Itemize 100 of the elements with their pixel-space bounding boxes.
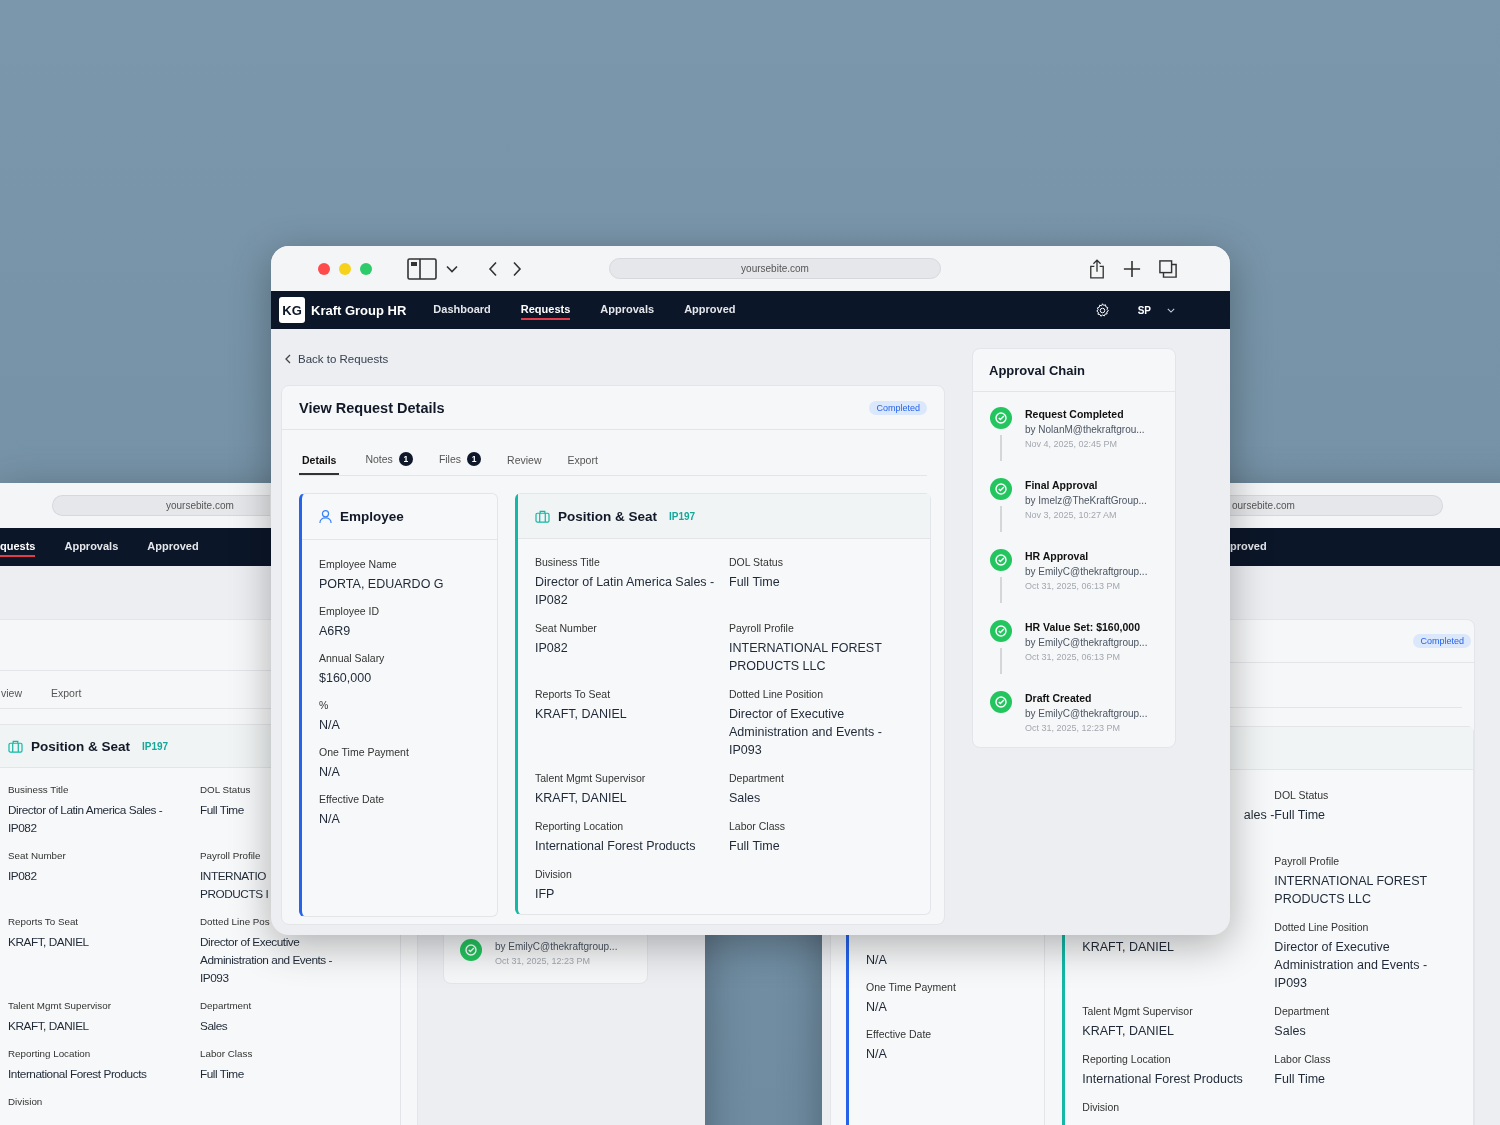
field-value: Sales xyxy=(729,790,761,807)
step-date: Nov 3, 2025, 10:27 AM xyxy=(1025,509,1118,522)
step-date: Oct 31, 2025, 12:23 PM xyxy=(495,955,592,968)
field-value: IP082 xyxy=(535,640,568,657)
sidebar-icon[interactable] xyxy=(407,257,437,280)
app-logo[interactable]: KG xyxy=(279,297,305,323)
field-value: N/A xyxy=(319,717,340,734)
step-author: by EmilyC@thekraftgroup... xyxy=(1025,707,1148,721)
field-value: N/A xyxy=(319,811,340,828)
step-date: Oct 31, 2025, 06:13 PM xyxy=(1025,651,1122,664)
step-date: Nov 4, 2025, 02:45 PM xyxy=(1025,438,1119,451)
tab[interactable]: Review xyxy=(507,454,542,475)
field-value: Full Time xyxy=(1274,807,1326,824)
field-label: Talent Mgmt Supervisor xyxy=(8,999,111,1013)
check-circle-icon xyxy=(990,478,1012,500)
status-badge: Completed xyxy=(869,400,927,415)
back-link[interactable]: Back to Requests xyxy=(285,351,389,367)
field-value: Director of Executive Administration and Events - IP093 xyxy=(200,934,333,987)
field-label: Talent Mgmt Supervisor xyxy=(1082,1004,1193,1019)
field-label: Division xyxy=(8,1095,43,1109)
plus-icon[interactable] xyxy=(1123,259,1141,278)
field-label: Business Title xyxy=(535,555,600,570)
field-value: KRAFT, DANIEL xyxy=(8,1018,89,1035)
field-label: Reporting Location xyxy=(535,819,624,834)
field-label: Division xyxy=(1082,1100,1120,1115)
field-value: INTERNATIO PRODUCTS I xyxy=(200,868,269,903)
card-title: Approval Chain xyxy=(973,349,1175,392)
field-label: Seat Number xyxy=(535,621,597,636)
field-label: DOL Status xyxy=(200,783,251,797)
field-label: % xyxy=(319,698,329,713)
nav-link[interactable]: Requests xyxy=(520,300,571,320)
step-date: Oct 31, 2025, 12:23 PM xyxy=(1025,722,1122,735)
field-value: Director of Latin America Sales - IP082 xyxy=(8,802,163,837)
field-label: Reporting Location xyxy=(1082,1052,1171,1067)
field-label: Labor Class xyxy=(729,819,786,834)
field-label: Dotted Line Position xyxy=(729,687,823,702)
field-value: INTERNATIONAL FOREST PRODUCTS LLC xyxy=(729,640,882,675)
field-value: Director of Executive Administration and Events - IP093 xyxy=(1274,939,1428,992)
briefcase-icon xyxy=(8,739,23,753)
step-author: by EmilyC@thekraftgroup... xyxy=(1025,636,1148,650)
tab[interactable]: view xyxy=(1,687,22,708)
nav-link[interactable]: Dashboard xyxy=(433,300,491,320)
field-value: Full Time xyxy=(200,802,244,819)
nav-link[interactable]: Approved xyxy=(147,537,199,557)
nav-link[interactable]: Approved xyxy=(684,300,736,320)
nav-link[interactable]: quests xyxy=(0,537,36,557)
field-label: Effective Date xyxy=(319,792,385,807)
tab[interactable]: Export xyxy=(51,687,82,708)
step-title: HR Approval xyxy=(1025,549,1090,564)
field-label: Effective Date xyxy=(866,1027,932,1042)
field-label: Division xyxy=(535,867,572,882)
briefcase-icon xyxy=(535,509,550,523)
connector-line xyxy=(1000,648,1002,674)
step-title: Final Approval xyxy=(1025,478,1099,493)
field-label: Dotted Line Position xyxy=(1274,920,1369,935)
connector-line xyxy=(1000,435,1002,461)
tab[interactable]: Files 1 xyxy=(438,452,482,475)
tab[interactable]: Export xyxy=(567,454,598,475)
field-value: N/A xyxy=(866,952,887,969)
field-value: ales - xyxy=(1243,807,1275,824)
card-title: Employee xyxy=(340,509,404,524)
field-value: Full Time xyxy=(729,838,780,855)
field-value: KRAFT, DANIEL xyxy=(1082,939,1175,956)
settings-icon[interactable] xyxy=(1093,301,1111,319)
field-value: N/A xyxy=(319,764,340,781)
field-value: Full Time xyxy=(200,1066,244,1083)
check-circle-icon xyxy=(990,691,1012,713)
user-menu[interactable]: SP xyxy=(1137,304,1151,316)
field-value: Sales xyxy=(200,1018,228,1035)
nav-link[interactable]: Approvals xyxy=(64,537,119,557)
tab[interactable]: Details xyxy=(299,454,340,475)
connector-line xyxy=(1000,577,1002,603)
tabs-overview-icon[interactable] xyxy=(1159,259,1177,278)
field-value: KRAFT, DANIEL xyxy=(535,706,627,723)
address-bar[interactable]: yoursebite.com xyxy=(609,258,941,279)
address-bar[interactable]: yoursebite.com xyxy=(52,495,270,516)
chevron-down-icon[interactable] xyxy=(446,264,458,273)
share-icon[interactable] xyxy=(1089,258,1105,279)
field-value: Director of Executive Administration and Events - IP093 xyxy=(729,706,882,759)
card-title: Position & Seat xyxy=(558,508,657,524)
field-label: Payroll Profile xyxy=(1274,854,1340,869)
field-label: Department xyxy=(729,771,784,786)
field-value: IFP xyxy=(535,886,555,903)
card-title: Position & Seat xyxy=(31,738,130,754)
field-label: DOL Status xyxy=(1274,788,1329,803)
nav-link[interactable]: Approvals xyxy=(600,300,655,320)
close-button[interactable] xyxy=(318,262,330,275)
field-label: One Time Payment xyxy=(866,980,956,995)
field-label: Department xyxy=(200,999,252,1013)
field-value: International Forest Products xyxy=(535,838,696,855)
step-author: by Imelz@TheKraftGroup... xyxy=(1025,494,1147,508)
field-value: $160,000 xyxy=(319,670,372,687)
seat-code: IP197 xyxy=(669,510,696,522)
address-bar[interactable]: oursebite.com xyxy=(1230,495,1443,516)
count-badge: 1 xyxy=(467,452,482,466)
nav-link[interactable]: proved xyxy=(1230,537,1267,557)
check-circle-icon xyxy=(990,407,1012,429)
field-label: Annual Salary xyxy=(319,651,385,666)
tab[interactable]: Notes 1 xyxy=(365,452,413,475)
person-icon xyxy=(319,509,332,524)
